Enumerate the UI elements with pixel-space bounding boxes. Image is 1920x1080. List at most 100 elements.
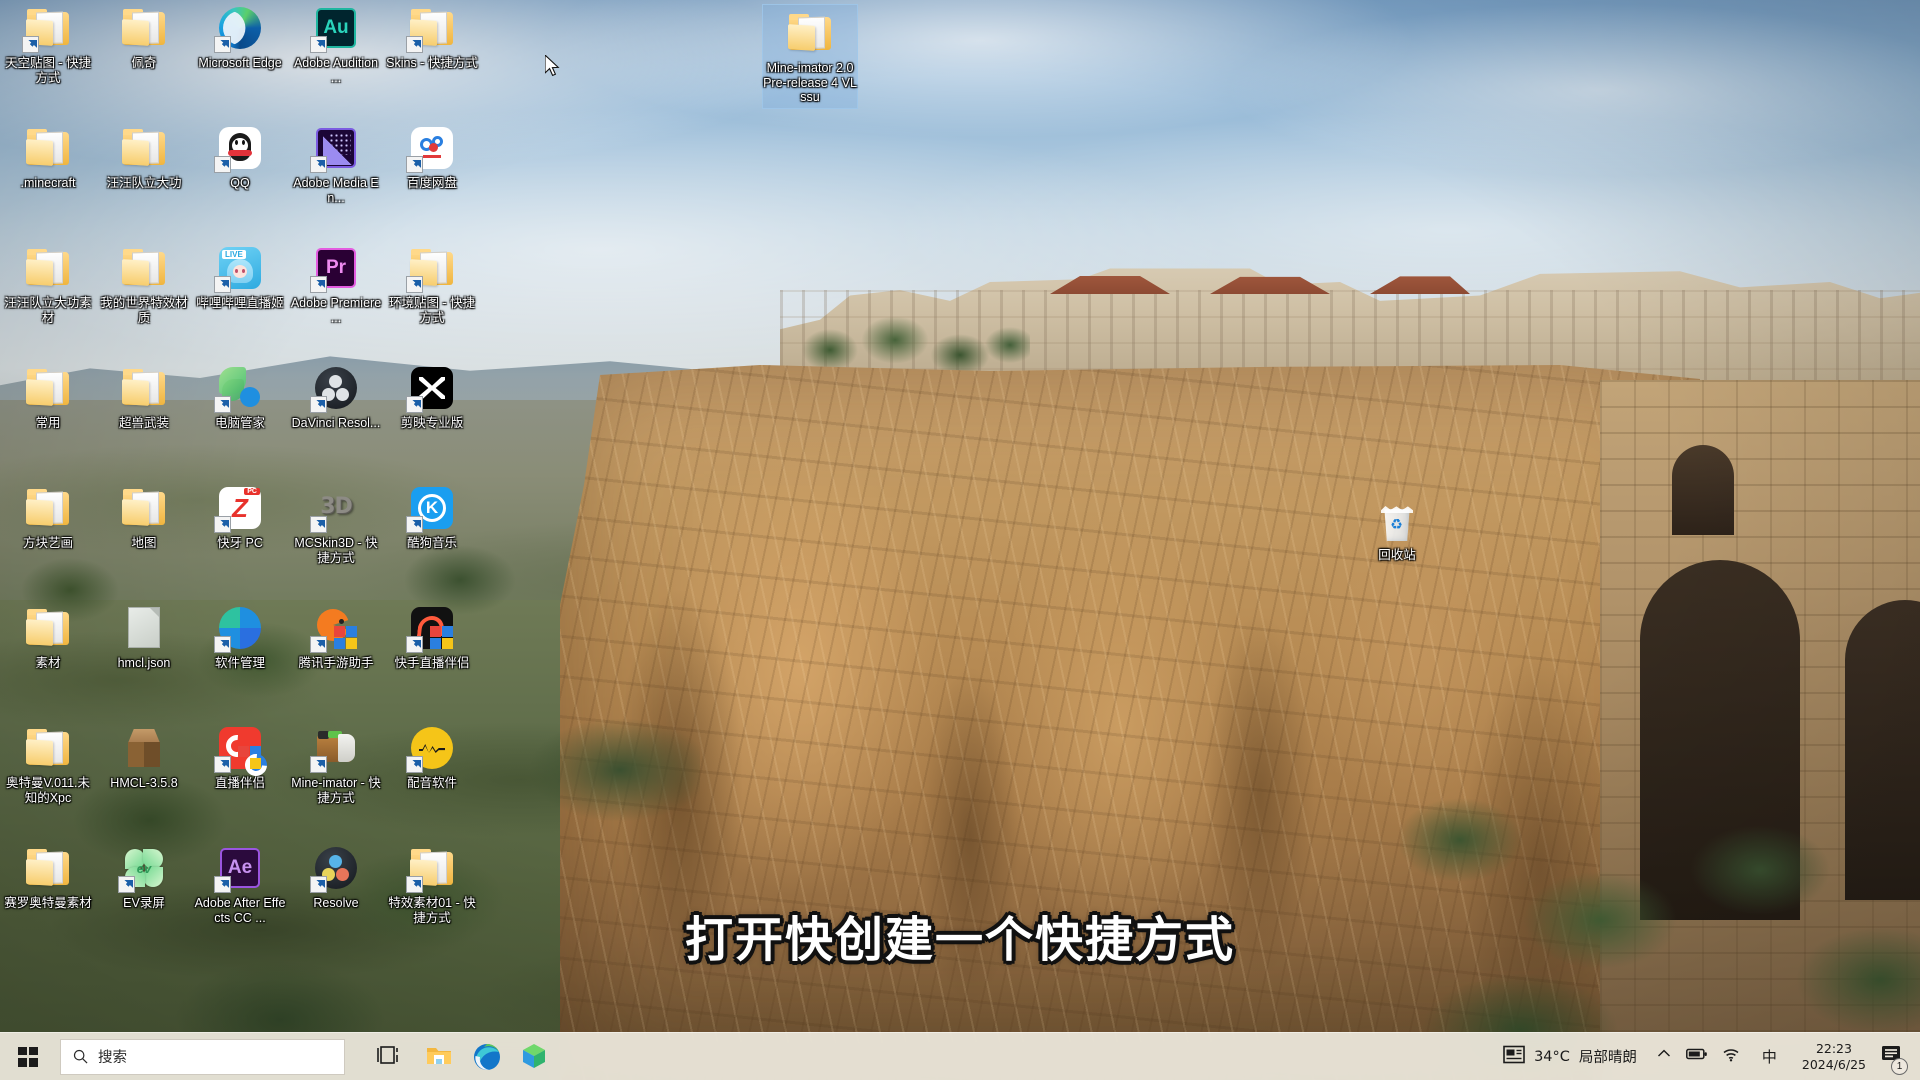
shortcut-overlay-icon xyxy=(406,36,423,53)
mine-imator-icon xyxy=(310,724,360,773)
shortcut-overlay-icon xyxy=(310,396,327,413)
recycle-bin-label: 回收站 xyxy=(1378,548,1416,562)
desktop-icon[interactable]: Pr Adobe Premiere ... xyxy=(290,244,382,325)
adobe-premiere-icon: Pr xyxy=(310,244,360,293)
chevron-up-icon xyxy=(1656,1046,1672,1067)
desktop-icon-label: .minecraft xyxy=(20,176,76,190)
desktop-icon[interactable]: 素材 xyxy=(2,604,94,671)
task-view-button[interactable] xyxy=(367,1033,415,1080)
shortcut-overlay-icon xyxy=(214,756,231,773)
folder-icon xyxy=(120,124,168,172)
desktop-icon-mine-imator-2-0-prerelease[interactable]: Mine-imator 2.0 Pre-release 4 VLssu xyxy=(762,4,858,109)
notification-center-button[interactable]: 1 xyxy=(1876,1033,1912,1080)
desktop-icon[interactable]: 汪汪队立大功素材 xyxy=(2,244,94,325)
desktop-icon[interactable]: 超兽武装 xyxy=(98,364,190,431)
shortcut-overlay-icon xyxy=(214,516,231,533)
shortcut-overlay-icon xyxy=(406,156,423,173)
desktop-icon[interactable]: Skins - 快捷方式 xyxy=(386,4,478,71)
desktop-icon[interactable]: QQ xyxy=(194,124,286,191)
search-input[interactable]: 搜索 xyxy=(60,1038,345,1075)
taskbar-file-explorer[interactable] xyxy=(415,1033,463,1080)
shortcut-overlay-icon xyxy=(118,876,135,893)
desktop-icon[interactable]: .minecraft xyxy=(2,124,94,191)
weather-temperature: 34°C xyxy=(1534,1048,1570,1065)
desktop-icon[interactable]: HMCL-3.5.8 xyxy=(98,724,190,791)
folder-icon xyxy=(24,724,72,772)
folder-icon xyxy=(24,124,72,172)
desktop-icon-label: 剪映专业版 xyxy=(400,416,464,430)
desktop-icon[interactable]: 奥特曼V.011.未知的Xpc xyxy=(2,724,94,805)
desktop-icon[interactable]: 汪汪队立大功 xyxy=(98,124,190,191)
tray-weather[interactable]: 34°C 局部晴朗 xyxy=(1493,1045,1649,1069)
dubbing-software-icon xyxy=(406,724,456,773)
desktop-icon[interactable]: 直播伴侣 xyxy=(194,724,286,791)
desktop-icon-label: MCSkin3D - 快捷方式 xyxy=(294,536,378,565)
adobe-media-encoder-icon xyxy=(310,124,360,173)
shortcut-overlay-icon xyxy=(310,636,327,653)
desktop-icon[interactable]: 3D MCSkin3D - 快捷方式 xyxy=(290,484,382,565)
folder-icon xyxy=(24,364,72,412)
desktop-icon-label: 佩奇 xyxy=(131,56,157,70)
desktop-icon-label: 快手直播伴侣 xyxy=(394,656,470,670)
desktop-icon[interactable]: 软件管理 xyxy=(194,604,286,671)
folder-icon xyxy=(120,484,168,532)
folder-icon xyxy=(406,244,456,293)
start-button[interactable] xyxy=(0,1033,56,1080)
desktop-icon-label: 素材 xyxy=(35,656,61,670)
shortcut-overlay-icon xyxy=(406,636,423,653)
shortcut-overlay-icon xyxy=(214,396,231,413)
desktop-icon[interactable]: Microsoft Edge xyxy=(194,4,286,71)
tray-battery-button[interactable] xyxy=(1679,1033,1715,1080)
tray-overflow-button[interactable] xyxy=(1649,1033,1679,1080)
desktop-icon-label: 天空贴图 - 快捷方式 xyxy=(4,56,92,85)
desktop-icon[interactable]: 配音软件 xyxy=(386,724,478,791)
desktop-icon[interactable]: 剪映专业版 xyxy=(386,364,478,431)
taskbar-clock[interactable]: 22:23 2024/6/25 xyxy=(1792,1041,1876,1073)
shortcut-overlay-icon xyxy=(406,516,423,533)
task-view-icon xyxy=(377,1043,405,1071)
desktop-icon[interactable]: Mine-imator - 快捷方式 xyxy=(290,724,382,805)
desktop-icon[interactable]: 百度网盘 xyxy=(386,124,478,191)
desktop-icon-label: 常用 xyxy=(35,416,61,430)
tray-network-button[interactable] xyxy=(1715,1033,1747,1080)
desktop-icon-label: Skins - 快捷方式 xyxy=(386,56,478,70)
desktop-icon[interactable]: DaVinci Resol... xyxy=(290,364,382,431)
mcskin3d-icon: 3D xyxy=(310,484,360,533)
pc-manager-icon xyxy=(214,364,264,413)
desktop-icon[interactable]: 腾讯手游助手 xyxy=(290,604,382,671)
desktop-icon[interactable]: 环境贴图 - 快捷方式 xyxy=(386,244,478,325)
desktop-icon[interactable]: 我的世界特效材质 xyxy=(98,244,190,325)
shortcut-overlay-icon xyxy=(214,636,231,653)
folder-icon xyxy=(24,244,72,292)
desktop-icon[interactable]: LIVE 哔哩哔哩直播姬 xyxy=(194,244,286,311)
taskbar-software-manager[interactable] xyxy=(511,1033,559,1080)
desktop-icon[interactable]: Au Adobe Audition ... xyxy=(290,4,382,85)
desktop-icon-recycle-bin[interactable]: ♻ 回收站 xyxy=(1350,500,1444,563)
tray-ime-indicator[interactable]: 中 xyxy=(1747,1033,1792,1080)
folder-icon xyxy=(24,844,72,892)
davinci-resolve-icon xyxy=(310,364,360,413)
folder-icon xyxy=(120,4,168,52)
shortcut-overlay-icon xyxy=(22,36,39,53)
desktop-icon[interactable]: 佩奇 xyxy=(98,4,190,71)
desktop-icon[interactable]: K 酷狗音乐 xyxy=(386,484,478,551)
shortcut-overlay-icon xyxy=(310,276,327,293)
notification-count: 1 xyxy=(1891,1057,1908,1075)
desktop-icon[interactable]: 天空贴图 - 快捷方式 xyxy=(2,4,94,85)
desktop-icon[interactable]: Z PC 快牙 PC xyxy=(194,484,286,551)
desktop-icon[interactable]: 快手直播伴侣 xyxy=(386,604,478,671)
jianying-icon xyxy=(406,364,456,413)
baidu-netdisk-icon xyxy=(406,124,456,173)
desktop-icon[interactable]: 常用 xyxy=(2,364,94,431)
desktop-icon[interactable]: 地图 xyxy=(98,484,190,551)
taskbar-microsoft-edge[interactable] xyxy=(463,1033,511,1080)
desktop-icon[interactable]: Adobe Media En... xyxy=(290,124,382,205)
desktop-icon-label: Microsoft Edge xyxy=(198,56,282,70)
desktop-icon[interactable]: 方块艺画 xyxy=(2,484,94,551)
desktop-icon[interactable]: 电脑管家 xyxy=(194,364,286,431)
shortcut-overlay-icon xyxy=(310,876,327,893)
shortcut-overlay-icon xyxy=(310,156,327,173)
shortcut-overlay-icon xyxy=(310,756,327,773)
folder-icon xyxy=(24,484,72,532)
desktop-icon[interactable]: hmcl.json xyxy=(98,604,190,671)
